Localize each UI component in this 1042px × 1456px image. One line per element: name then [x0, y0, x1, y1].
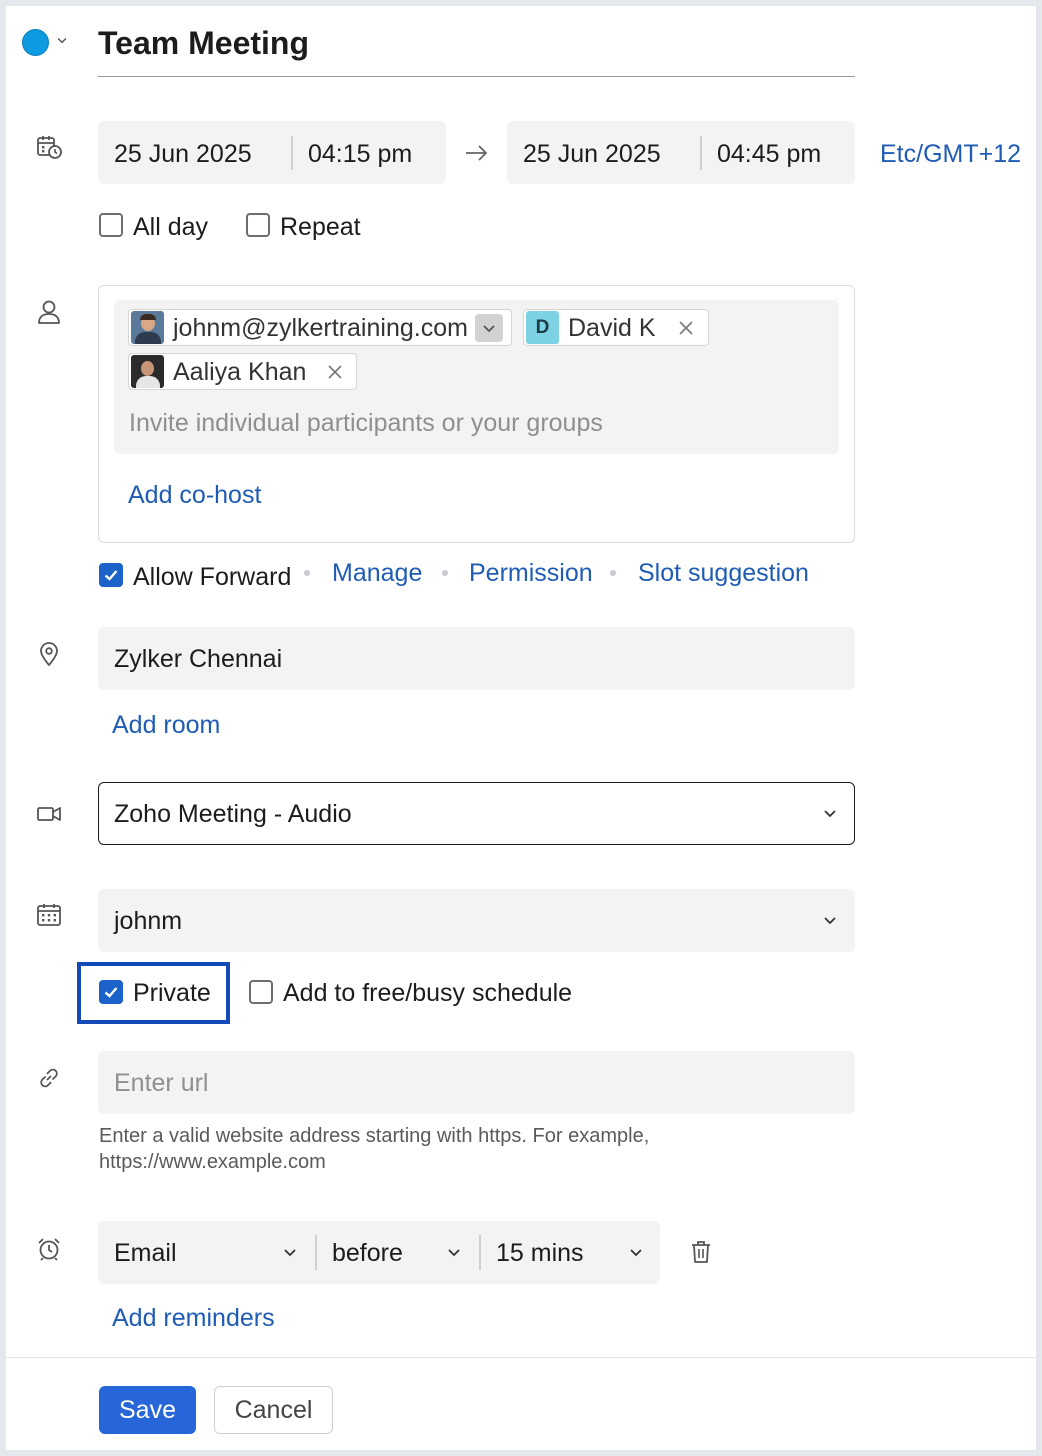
url-placeholder: Enter url — [114, 1069, 209, 1097]
start-time[interactable]: 04:15 pm — [308, 139, 412, 169]
repeat-checkbox[interactable] — [246, 213, 270, 237]
location-value: Zylker Chennai — [114, 645, 283, 673]
location-pin-icon — [35, 640, 63, 668]
chevron-down-icon — [821, 804, 839, 822]
add-room-link[interactable]: Add room — [112, 710, 220, 740]
footer-divider — [6, 1357, 1036, 1358]
save-button[interactable]: Save — [99, 1386, 196, 1434]
end-time[interactable]: 04:45 pm — [717, 139, 821, 169]
calendar-icon — [35, 901, 63, 929]
participant-chip[interactable]: Aaliya Khan — [128, 353, 357, 390]
slot-suggestion-link[interactable]: Slot suggestion — [638, 558, 809, 588]
event-color-picker[interactable] — [20, 28, 72, 56]
participant-name: David K — [568, 314, 656, 342]
user-icon — [35, 298, 63, 326]
calendar-value: johnm — [114, 907, 183, 935]
chevron-down-icon — [821, 911, 839, 929]
chevron-down-icon — [445, 1243, 463, 1261]
calendar-clock-icon — [35, 133, 63, 161]
trash-icon[interactable] — [687, 1238, 715, 1266]
separator-dot — [304, 570, 310, 576]
participant-chip[interactable]: D David K — [523, 309, 709, 346]
chevron-down-icon — [281, 1243, 299, 1261]
title-underline — [98, 76, 855, 77]
freebusy-checkbox[interactable] — [249, 980, 273, 1004]
reminder-when-value: before — [332, 1239, 403, 1267]
timezone-link[interactable]: Etc/GMT+12 — [880, 139, 1021, 169]
video-camera-icon — [35, 800, 63, 828]
private-checkbox[interactable] — [99, 980, 123, 1004]
separator-dot — [610, 570, 616, 576]
avatar — [131, 355, 164, 388]
organizer-email: johnm@zylkertraining.com — [173, 314, 468, 342]
start-date[interactable]: 25 Jun 2025 — [114, 139, 252, 169]
close-icon[interactable] — [678, 320, 694, 336]
end-date[interactable]: 25 Jun 2025 — [523, 139, 661, 169]
divider — [291, 136, 293, 170]
invite-input[interactable]: Invite individual participants or your g… — [129, 408, 603, 438]
add-reminders-link[interactable]: Add reminders — [112, 1303, 275, 1333]
all-day-label: All day — [133, 213, 209, 241]
separator-dot — [442, 570, 448, 576]
event-color-dot — [22, 29, 49, 56]
divider — [700, 136, 702, 170]
participant-name: Aaliya Khan — [173, 358, 307, 386]
reminder-duration-value: 15 mins — [496, 1239, 584, 1267]
event-title-input[interactable]: Team Meeting — [98, 24, 309, 62]
alarm-clock-icon — [35, 1235, 63, 1263]
allow-forward-label: Allow Forward — [133, 563, 292, 591]
url-input[interactable] — [98, 1051, 855, 1114]
permission-link[interactable]: Permission — [469, 558, 593, 588]
private-label: Private — [133, 979, 211, 1007]
cancel-button[interactable]: Cancel — [214, 1386, 333, 1434]
organizer-chip[interactable]: johnm@zylkertraining.com — [128, 309, 512, 346]
avatar: D — [526, 311, 559, 344]
url-hint: Enter a valid website address starting w… — [99, 1125, 650, 1173]
chevron-down-icon — [627, 1243, 645, 1261]
avatar — [131, 311, 164, 344]
freebusy-label: Add to free/busy schedule — [283, 979, 573, 1007]
allow-forward-checkbox[interactable] — [99, 563, 123, 587]
repeat-label: Repeat — [280, 213, 361, 241]
reminder-type-value: Email — [114, 1239, 177, 1267]
add-cohost-link[interactable]: Add co-host — [128, 480, 261, 510]
arrow-right-icon — [463, 139, 491, 167]
chevron-down-icon — [480, 319, 498, 337]
organizer-options-button[interactable] — [475, 314, 503, 342]
all-day-checkbox[interactable] — [99, 213, 123, 237]
meeting-provider-value: Zoho Meeting - Audio — [114, 800, 352, 828]
close-icon[interactable] — [327, 364, 343, 380]
chevron-down-icon — [55, 33, 69, 47]
link-icon — [35, 1064, 63, 1092]
manage-link[interactable]: Manage — [332, 558, 422, 588]
calendar-select[interactable] — [98, 889, 855, 952]
